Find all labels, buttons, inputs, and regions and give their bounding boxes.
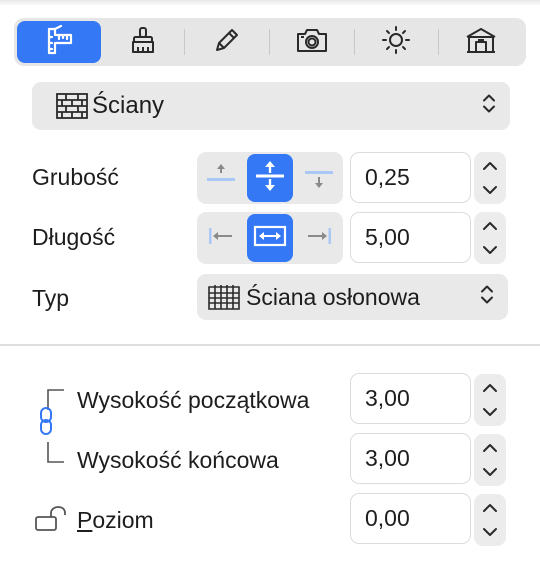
- length-alignment-toggle: [197, 212, 343, 264]
- building-icon: [464, 25, 498, 60]
- type-label: Typ: [32, 285, 70, 311]
- tab-paint[interactable]: [101, 21, 185, 63]
- chevron-up-icon[interactable]: [482, 154, 498, 178]
- wall-icon: [56, 93, 88, 124]
- start-height-stepper[interactable]: [474, 374, 506, 426]
- chevron-up-icon[interactable]: [482, 376, 498, 400]
- dimensions-icon: [41, 23, 77, 62]
- end-height-label: Wysokość końcowa: [77, 447, 279, 473]
- align-both-icon: [253, 224, 287, 253]
- level-label: Poziom: [77, 507, 154, 534]
- align-left-button[interactable]: [198, 214, 245, 262]
- level-field[interactable]: 0,00: [350, 493, 471, 544]
- chevron-down-icon[interactable]: [482, 178, 498, 202]
- curtain-wall-icon: [207, 283, 241, 316]
- thickness-alignment-toggle: [197, 152, 343, 204]
- chevron-up-icon[interactable]: [482, 436, 498, 460]
- category-popup[interactable]: Ściany: [32, 82, 510, 130]
- inspector-toolbar: [14, 18, 526, 66]
- category-label: Ściany: [92, 92, 165, 119]
- chevron-up-down-icon: [480, 284, 494, 311]
- type-popup[interactable]: Ściana osłonowa: [197, 274, 508, 320]
- align-top-icon: [206, 161, 236, 196]
- tab-light[interactable]: [355, 21, 439, 63]
- thickness-stepper[interactable]: [474, 152, 506, 204]
- type-selected: Ściana osłonowa: [246, 284, 420, 310]
- level-stepper[interactable]: [474, 494, 506, 546]
- chevron-up-down-icon: [482, 93, 496, 120]
- level-label-mnemonic: P: [77, 507, 93, 533]
- chevron-up-icon[interactable]: [482, 214, 498, 238]
- start-height-label: Wysokość początkowa: [77, 387, 310, 413]
- chevron-down-icon[interactable]: [482, 520, 498, 544]
- level-label-rest: oziom: [92, 507, 154, 533]
- tab-building[interactable]: [439, 21, 523, 63]
- thickness-field[interactable]: 0,25: [350, 152, 471, 203]
- tab-edit[interactable]: [185, 21, 269, 63]
- align-top-button[interactable]: [198, 154, 245, 202]
- align-right-icon: [304, 224, 334, 253]
- thickness-label: Grubość: [32, 164, 119, 190]
- end-height-stepper[interactable]: [474, 434, 506, 486]
- start-height-field[interactable]: 3,00: [350, 373, 471, 424]
- paint-brush-icon: [128, 25, 158, 60]
- length-label: Długość: [32, 224, 116, 250]
- length-stepper[interactable]: [474, 212, 506, 264]
- end-height-field[interactable]: 3,00: [350, 433, 471, 484]
- align-right-button[interactable]: [295, 214, 342, 262]
- chevron-down-icon[interactable]: [482, 238, 498, 262]
- tab-dimensions[interactable]: [17, 21, 101, 63]
- link-heights-bracket[interactable]: [36, 386, 72, 471]
- align-both-button[interactable]: [246, 214, 294, 262]
- chevron-down-icon[interactable]: [482, 400, 498, 424]
- align-bottom-button[interactable]: [295, 154, 342, 202]
- unlock-icon[interactable]: [34, 506, 68, 537]
- align-center-button[interactable]: [246, 154, 294, 202]
- sun-icon: [380, 24, 412, 61]
- camera-icon: [295, 25, 329, 60]
- length-field[interactable]: 5,00: [350, 212, 471, 263]
- tab-camera[interactable]: [270, 21, 354, 63]
- chevron-up-icon[interactable]: [482, 496, 498, 520]
- align-left-icon: [206, 224, 236, 253]
- align-center-icon: [255, 159, 285, 198]
- top-edge: [0, 0, 540, 6]
- pencil-icon: [212, 25, 242, 60]
- align-bottom-icon: [304, 161, 334, 196]
- chevron-down-icon[interactable]: [482, 460, 498, 484]
- section-divider: [0, 344, 540, 346]
